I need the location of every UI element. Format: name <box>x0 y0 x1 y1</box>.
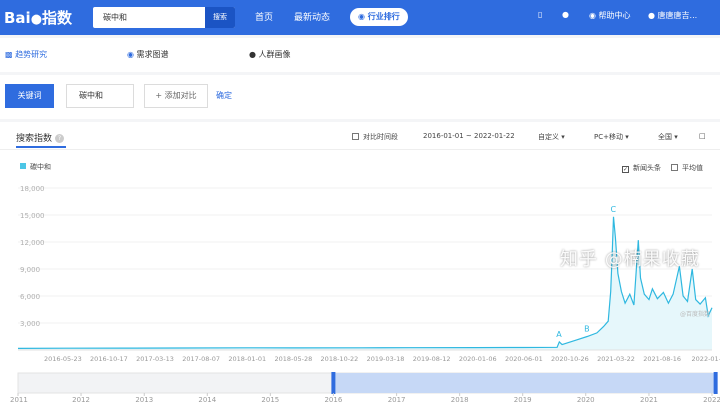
range-year-label: 2013 <box>135 396 153 404</box>
y-tick-label: 18,000 <box>20 185 45 193</box>
series-area <box>18 216 712 350</box>
range-handle-right[interactable] <box>713 372 718 394</box>
x-tick-label: 2018-05-28 <box>274 355 312 363</box>
x-tick-label: 2020-10-26 <box>551 355 589 363</box>
y-tick-label: 6,000 <box>20 293 40 301</box>
x-tick-label: 2018-10-22 <box>321 355 359 363</box>
range-selection <box>333 373 716 393</box>
range-year-label: 2017 <box>388 396 406 404</box>
y-tick-label: 15,000 <box>20 212 45 220</box>
range-year-label: 2012 <box>72 396 90 404</box>
zhihu-watermark: 知乎 @楠果收藏 <box>560 249 700 270</box>
y-tick-label: 3,000 <box>20 320 40 328</box>
x-tick-label: 2017-08-07 <box>182 355 220 363</box>
x-tick-label: 2019-08-12 <box>413 355 451 363</box>
news-annotation-marker: C <box>611 205 617 214</box>
range-year-label: 2021 <box>640 396 658 404</box>
x-tick-label: 2020-06-01 <box>505 355 543 363</box>
y-tick-label: 9,000 <box>20 266 40 274</box>
range-year-label: 2014 <box>198 396 216 404</box>
x-tick-label: 2018-01-01 <box>228 355 266 363</box>
x-tick-label: 2016-05-23 <box>44 355 82 363</box>
range-year-label: 2019 <box>514 396 532 404</box>
range-handle-left[interactable] <box>331 372 336 394</box>
x-tick-label: 2017-03-13 <box>136 355 174 363</box>
range-year-label: 2016 <box>324 396 342 404</box>
x-tick-label: 2022-01-17 <box>692 355 720 363</box>
x-tick-label: 2021-08-16 <box>643 355 681 363</box>
range-year-label: 2011 <box>10 396 28 404</box>
source-note: @百度指数 <box>680 310 710 318</box>
news-annotation-marker: B <box>584 325 590 334</box>
range-year-label: 2022 <box>703 396 720 404</box>
x-tick-label: 2016-10-17 <box>90 355 128 363</box>
x-tick-label: 2021-03-22 <box>597 355 635 363</box>
x-tick-label: 2019-03-18 <box>367 355 405 363</box>
search-index-chart[interactable]: 3,000 6,000 9,000 12,000 15,000 18,000 A B C @百度指… <box>0 0 720 406</box>
range-year-label: 2020 <box>577 396 595 404</box>
range-year-label: 2018 <box>451 396 469 404</box>
range-year-label: 2015 <box>261 396 279 404</box>
news-annotation-marker: A <box>556 330 562 339</box>
x-tick-label: 2020-01-06 <box>459 355 497 363</box>
y-tick-label: 12,000 <box>20 239 45 247</box>
